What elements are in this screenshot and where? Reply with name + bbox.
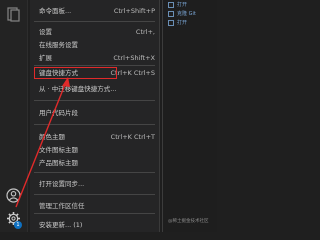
- annotation-arrow: [15, 77, 70, 208]
